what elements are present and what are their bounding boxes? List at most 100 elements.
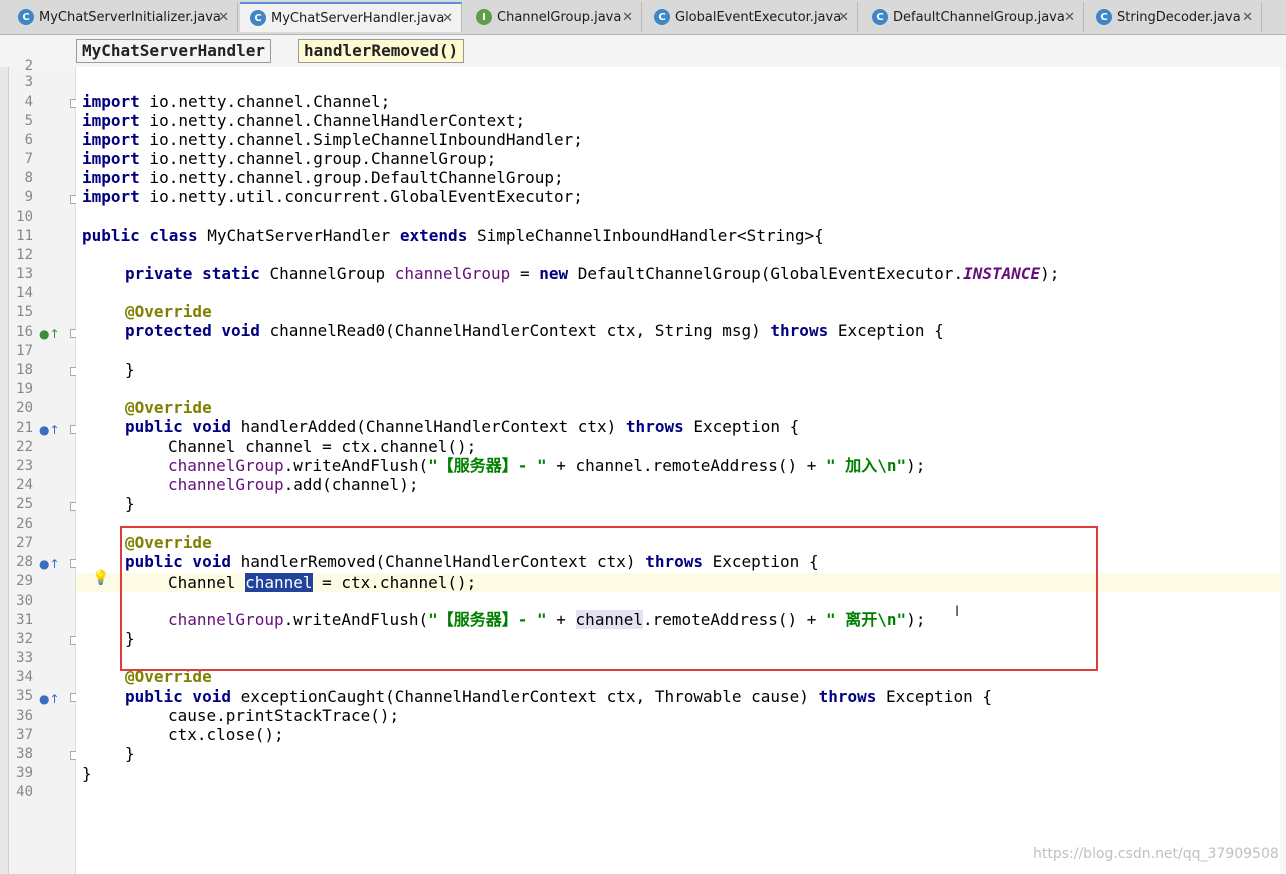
line-number-gutter: 2 3 4 5 6 7 8 9 10 11 12 13 14 15 16 17 …	[9, 58, 79, 874]
code-line-13: private static ChannelGroup channelGroup…	[125, 264, 1060, 283]
line-number: 33	[16, 650, 33, 666]
override-method-icon[interactable]: ●↑	[39, 693, 60, 705]
line-number: 28	[16, 554, 33, 570]
line-number: 32	[16, 631, 33, 647]
line-number: 35	[16, 688, 33, 704]
class-icon: C	[872, 9, 888, 25]
tab-mychatserverhandler[interactable]: C MyChatServerHandler.java ✕	[240, 2, 462, 32]
line-number: 13	[16, 266, 33, 282]
code-line-6: import io.netty.channel.SimpleChannelInb…	[82, 130, 583, 149]
tab-channelgroup[interactable]: I ChannelGroup.java ✕	[466, 2, 642, 32]
line-number: 40	[16, 784, 33, 800]
line-number: 8	[24, 170, 33, 186]
line-number: 7	[24, 151, 33, 167]
line-number: 11	[16, 228, 33, 244]
class-icon: C	[18, 9, 34, 25]
tab-label: MyChatServerInitializer.java	[39, 9, 221, 25]
line-number: 9	[24, 189, 33, 205]
override-method-icon[interactable]: ●↑	[39, 558, 60, 570]
close-icon[interactable]: ✕	[622, 10, 633, 25]
code-line-35: public void exceptionCaught(ChannelHandl…	[125, 687, 992, 706]
code-line-16: protected void channelRead0(ChannelHandl…	[125, 321, 944, 340]
code-line-5: import io.netty.channel.ChannelHandlerCo…	[82, 111, 526, 130]
line-number: 27	[16, 535, 33, 551]
code-line-22: Channel channel = ctx.channel();	[168, 437, 477, 456]
code-line-23: channelGroup.writeAndFlush("【服务器】- " + c…	[168, 456, 926, 475]
code-line-11: public class MyChatServerHandler extends…	[82, 226, 824, 245]
line-number: 19	[16, 381, 33, 397]
code-line-15: @Override	[125, 302, 212, 321]
breadcrumb: MyChatServerHandler handlerRemoved()	[0, 35, 1286, 68]
line-number: 21	[16, 420, 33, 436]
close-icon[interactable]: ✕	[442, 11, 453, 26]
code-line-7: import io.netty.channel.group.ChannelGro…	[82, 149, 497, 168]
line-number: 4	[24, 94, 33, 110]
tab-globaleventexecutor[interactable]: C GlobalEventExecutor.java ✕	[644, 2, 858, 32]
class-icon: C	[1096, 9, 1112, 25]
line-number: 24	[16, 477, 33, 493]
line-number: 38	[16, 746, 33, 762]
line-number: 22	[16, 439, 33, 455]
class-icon: C	[654, 9, 670, 25]
override-method-icon[interactable]: ●↑	[39, 424, 60, 436]
tab-defaultchannelgroup[interactable]: C DefaultChannelGroup.java ✕	[862, 2, 1084, 32]
close-icon[interactable]: ✕	[1242, 10, 1253, 25]
line-number: 30	[16, 593, 33, 609]
line-number: 6	[24, 132, 33, 148]
code-line-24: channelGroup.add(channel);	[168, 475, 419, 494]
code-line-8: import io.netty.channel.group.DefaultCha…	[82, 168, 564, 187]
tab-label: StringDecoder.java	[1117, 9, 1241, 25]
close-icon[interactable]: ✕	[1064, 10, 1075, 25]
tab-label: MyChatServerHandler.java	[271, 10, 445, 26]
tab-label: ChannelGroup.java	[497, 9, 622, 25]
implements-method-icon[interactable]: ●↑	[39, 328, 60, 340]
line-number: 3	[24, 74, 33, 90]
highlight-annotation-box	[120, 526, 1098, 671]
tab-label: DefaultChannelGroup.java	[893, 9, 1065, 25]
code-line-9: import io.netty.util.concurrent.GlobalEv…	[82, 187, 583, 206]
class-icon: C	[250, 10, 266, 26]
line-number: 5	[24, 113, 33, 129]
code-line-25: }	[125, 494, 135, 513]
tab-label: GlobalEventExecutor.java	[675, 9, 842, 25]
line-number: 39	[16, 765, 33, 781]
code-line-21: public void handlerAdded(ChannelHandlerC…	[125, 417, 800, 436]
scrollbar[interactable]	[1280, 67, 1286, 874]
text-cursor-icon: I	[955, 604, 960, 620]
editor-tab-bar: C MyChatServerInitializer.java ✕ C MyCha…	[0, 0, 1286, 35]
line-number: 20	[16, 400, 33, 416]
code-line-37: ctx.close();	[168, 725, 284, 744]
line-number: 31	[16, 612, 33, 628]
line-number: 15	[16, 304, 33, 320]
watermark: https://blog.csdn.net/qq_37909508	[1033, 846, 1279, 862]
close-icon[interactable]: ✕	[838, 10, 849, 25]
line-number: 18	[16, 362, 33, 378]
line-number: 14	[16, 285, 33, 301]
code-line-20: @Override	[125, 398, 212, 417]
tool-window-strip	[0, 67, 9, 874]
breadcrumb-method[interactable]: handlerRemoved()	[298, 39, 465, 63]
code-line-39: }	[82, 764, 92, 783]
line-number: 17	[16, 343, 33, 359]
code-line-38: }	[125, 744, 135, 763]
line-number: 10	[16, 209, 33, 225]
code-line-36: cause.printStackTrace();	[168, 706, 400, 725]
line-number: 36	[16, 708, 33, 724]
interface-icon: I	[476, 9, 492, 25]
tab-stringdecoder[interactable]: C StringDecoder.java ✕	[1086, 2, 1262, 32]
code-editor[interactable]: import io.netty.channel.Channel; import …	[76, 67, 1286, 874]
line-number: 25	[16, 496, 33, 512]
lightbulb-icon[interactable]: 💡	[92, 570, 109, 586]
line-number: 37	[16, 727, 33, 743]
line-number: 34	[16, 669, 33, 685]
breadcrumb-class[interactable]: MyChatServerHandler	[76, 39, 272, 63]
line-number: 29	[16, 573, 33, 589]
line-number: 26	[16, 516, 33, 532]
tab-mychatserverinitializer[interactable]: C MyChatServerInitializer.java ✕	[8, 2, 238, 32]
close-icon[interactable]: ✕	[218, 10, 229, 25]
code-line-18: }	[125, 360, 135, 379]
line-number: 12	[16, 247, 33, 263]
line-number: 16	[16, 324, 33, 340]
code-line-4: import io.netty.channel.Channel;	[82, 92, 391, 111]
line-number: 23	[16, 458, 33, 474]
